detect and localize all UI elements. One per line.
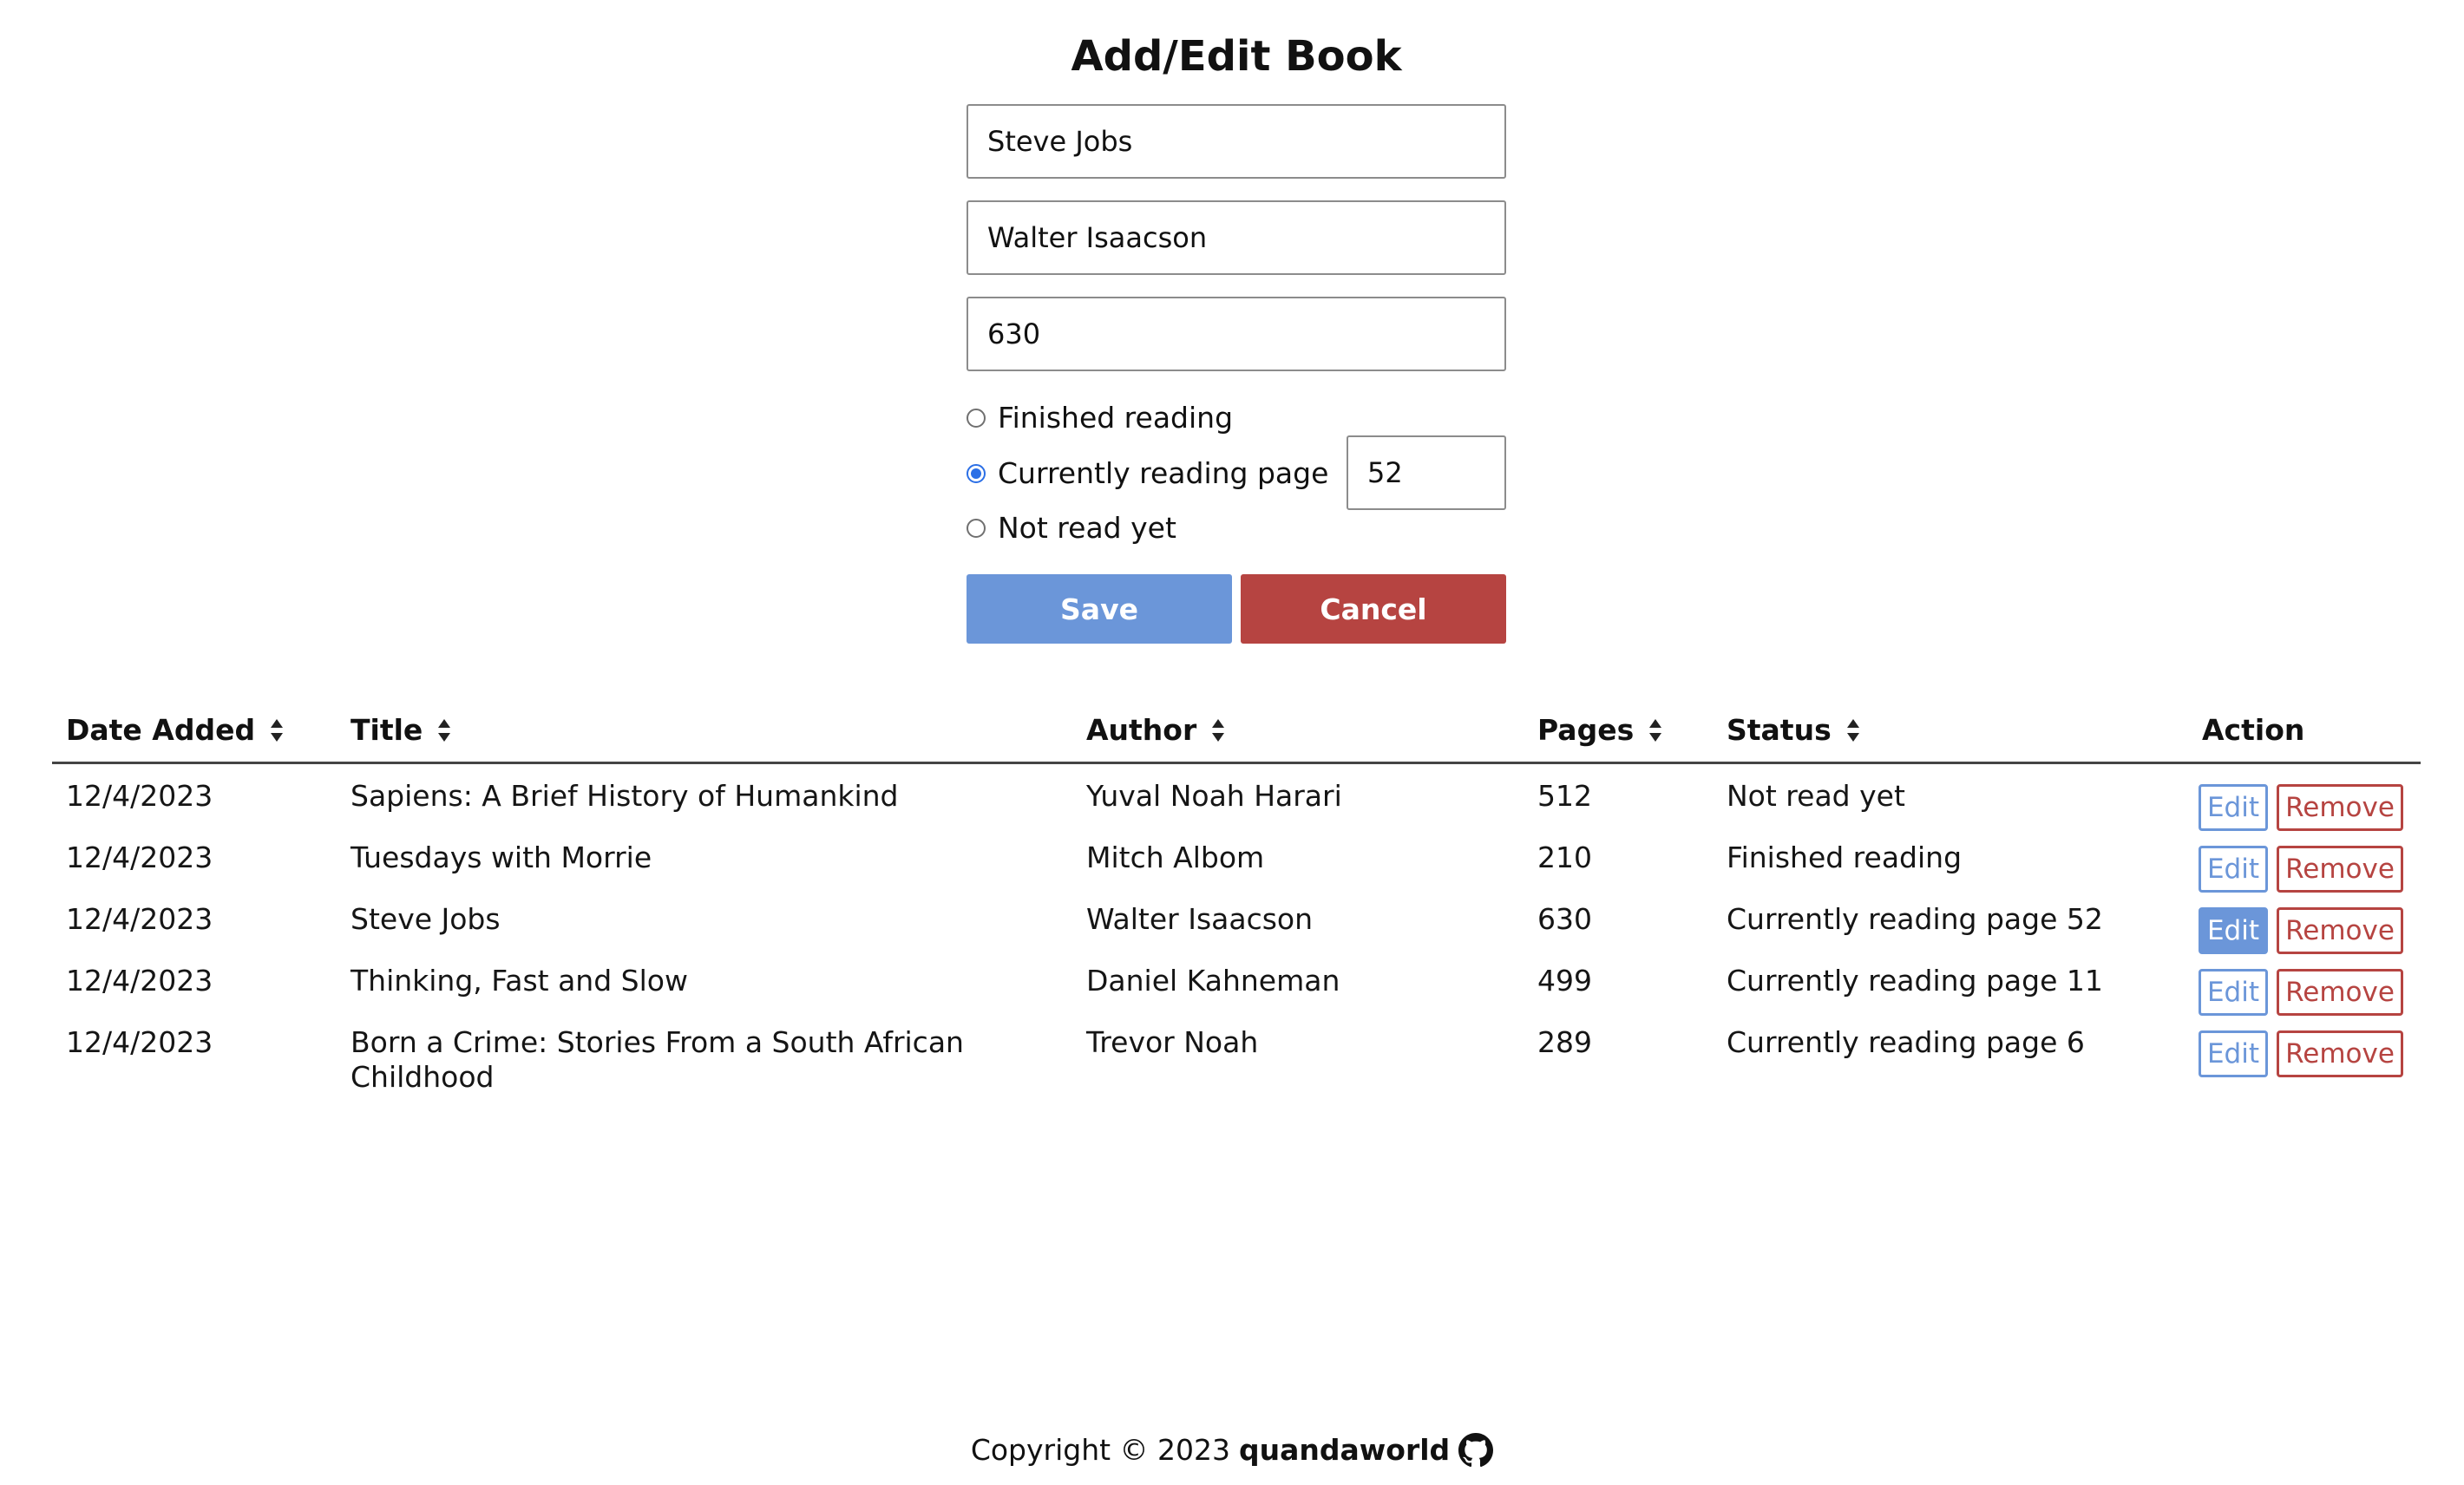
cell-date: 12/4/2023: [66, 841, 213, 874]
pages-input[interactable]: [967, 297, 1506, 371]
copyright-text: Copyright © 2023: [970, 1433, 1231, 1467]
cell-pages: 210: [1537, 841, 1592, 874]
author-input[interactable]: [967, 200, 1506, 275]
header-title[interactable]: Title: [351, 711, 451, 749]
cell-title: Thinking, Fast and Slow: [351, 964, 688, 998]
cell-status: Finished reading: [1727, 841, 1963, 874]
cell-date: 12/4/2023: [66, 1025, 213, 1059]
cell-title: Steve Jobs: [351, 902, 501, 936]
header-label: Action: [2202, 713, 2305, 747]
edit-button[interactable]: Edit: [2199, 846, 2268, 893]
cell-author: Trevor Noah: [1086, 1025, 1259, 1059]
radio-label: Currently reading page: [998, 456, 1329, 490]
sort-icon[interactable]: [271, 719, 284, 742]
cell-author: Mitch Albom: [1086, 841, 1265, 874]
remove-button[interactable]: Remove: [2277, 907, 2403, 954]
remove-button[interactable]: Remove: [2277, 1030, 2403, 1077]
cell-pages: 512: [1537, 779, 1592, 813]
radio-not-read-yet[interactable]: Not read yet: [967, 509, 1176, 547]
header-action: Action: [2202, 711, 2304, 749]
radio-button[interactable]: [967, 519, 986, 538]
cell-title: Born a Crime: Stories From a South Afric…: [351, 1025, 964, 1094]
cell-date: 12/4/2023: [66, 964, 213, 998]
radio-button[interactable]: [967, 409, 986, 428]
table-header: Date Added Title Author Pages Status Act…: [52, 703, 2421, 764]
edit-button[interactable]: Edit: [2199, 969, 2268, 1016]
sort-icon[interactable]: [1212, 719, 1225, 742]
header-label: Title: [351, 713, 423, 747]
header-pages[interactable]: Pages: [1537, 711, 1662, 749]
edit-button[interactable]: Edit: [2199, 1030, 2268, 1077]
header-label: Date Added: [66, 713, 256, 747]
footer: Copyright © 2023 quandaworld: [0, 1431, 2464, 1469]
cell-title: Tuesdays with Morrie: [351, 841, 652, 874]
remove-button[interactable]: Remove: [2277, 846, 2403, 893]
cell-title: Sapiens: A Brief History of Humankind: [351, 779, 899, 813]
sort-icon[interactable]: [438, 719, 451, 742]
header-label: Pages: [1537, 713, 1635, 747]
cell-status: Currently reading page 11: [1727, 964, 2103, 998]
radio-finished-reading[interactable]: Finished reading: [967, 399, 1233, 437]
cell-pages: 630: [1537, 902, 1592, 936]
current-page-input[interactable]: [1347, 435, 1506, 510]
cell-status: Currently reading page 52: [1727, 902, 2103, 936]
radio-label: Finished reading: [998, 401, 1234, 435]
cell-author: Walter Isaacson: [1086, 902, 1314, 936]
header-label: Author: [1086, 713, 1197, 747]
edit-button-active[interactable]: Edit: [2199, 907, 2268, 954]
cell-status: Not read yet: [1727, 779, 1905, 813]
radio-currently-reading[interactable]: Currently reading page: [967, 455, 1328, 493]
remove-button[interactable]: Remove: [2277, 784, 2403, 831]
author-link[interactable]: quandaworld: [1239, 1431, 1450, 1469]
edit-button[interactable]: Edit: [2199, 784, 2268, 831]
header-date-added[interactable]: Date Added: [66, 711, 284, 749]
header-status[interactable]: Status: [1727, 711, 1859, 749]
cell-pages: 289: [1537, 1025, 1592, 1059]
cell-date: 12/4/2023: [66, 902, 213, 936]
title-input[interactable]: [967, 104, 1506, 179]
header-label: Status: [1727, 713, 1832, 747]
cell-status: Currently reading page 6: [1727, 1025, 2085, 1059]
sort-icon[interactable]: [1846, 719, 1859, 742]
form-title: Add/Edit Book: [1071, 32, 1402, 81]
sort-icon[interactable]: [1649, 719, 1662, 742]
github-icon[interactable]: [1458, 1433, 1494, 1468]
remove-button[interactable]: Remove: [2277, 969, 2403, 1016]
cell-date: 12/4/2023: [66, 779, 213, 813]
save-button[interactable]: Save: [967, 574, 1232, 644]
radio-button-checked[interactable]: [967, 464, 986, 483]
cancel-button[interactable]: Cancel: [1241, 574, 1506, 644]
cell-author: Yuval Noah Harari: [1086, 779, 1342, 813]
header-author[interactable]: Author: [1086, 711, 1225, 749]
cell-pages: 499: [1537, 964, 1592, 998]
radio-label: Not read yet: [998, 511, 1176, 545]
cell-author: Daniel Kahneman: [1086, 964, 1340, 998]
